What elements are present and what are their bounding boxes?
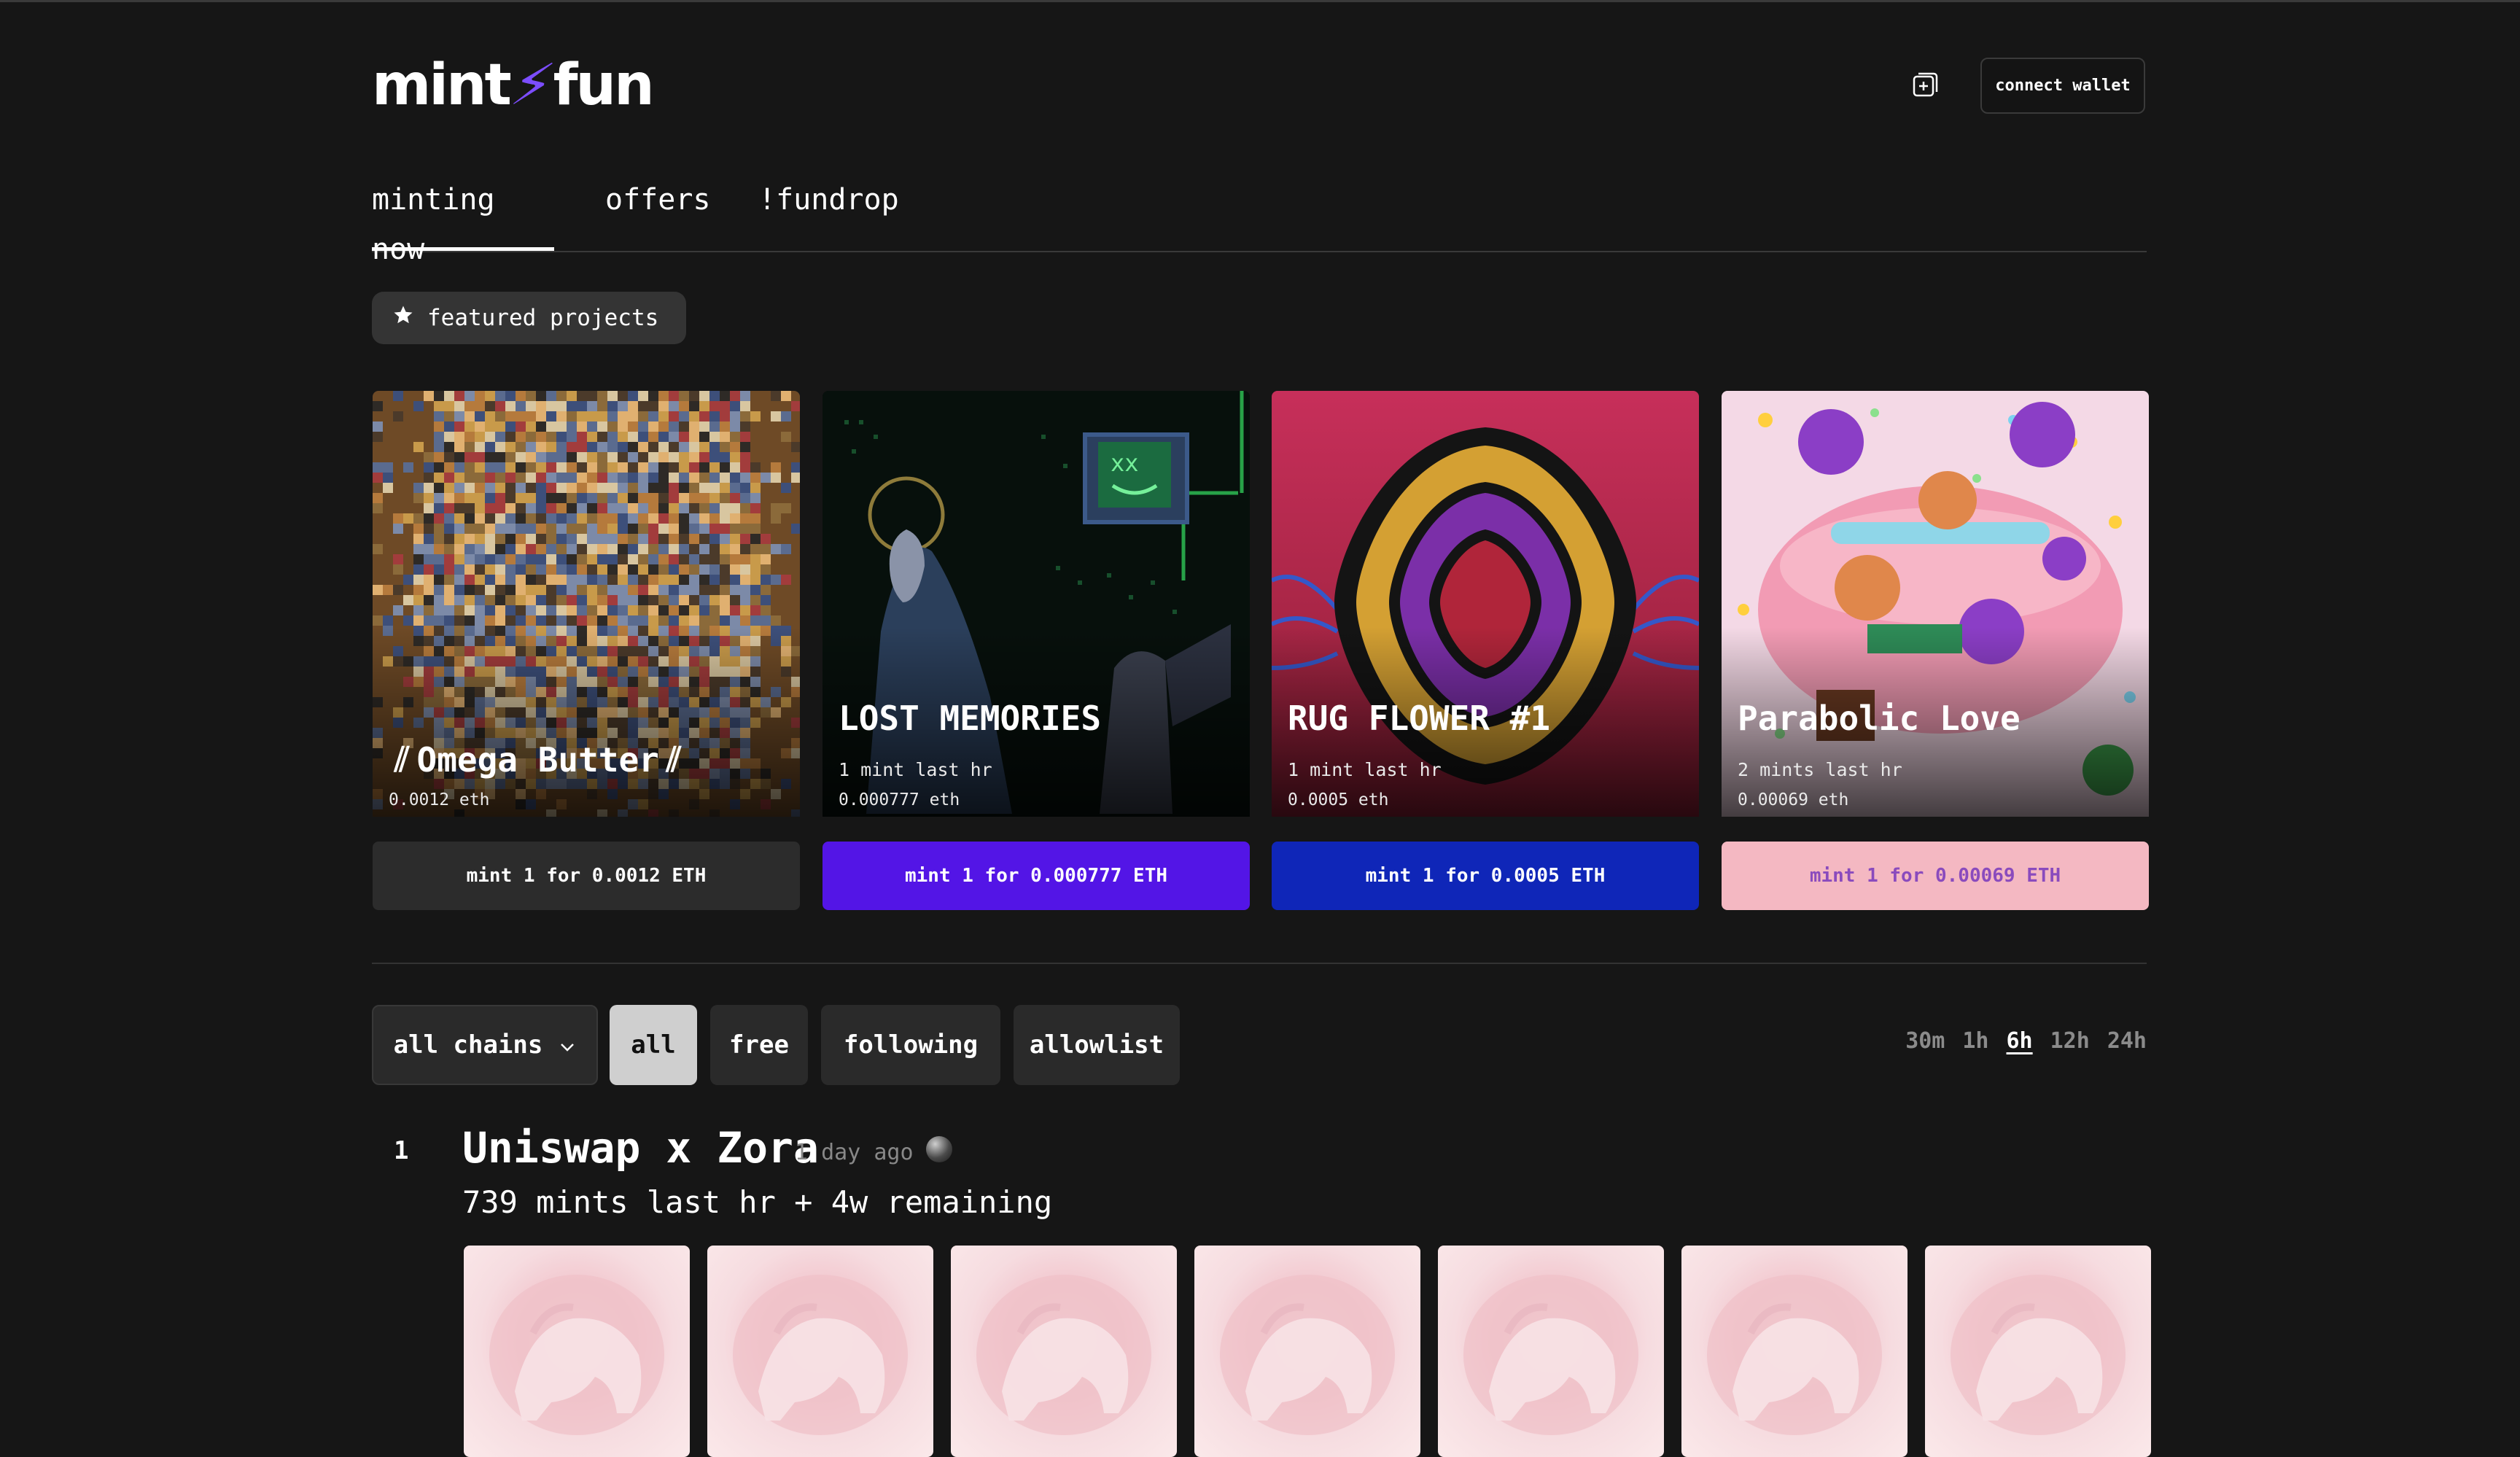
card-title: LOST MEMORIES [839, 699, 1102, 738]
svg-text:xx: xx [1111, 449, 1139, 477]
nft-thumbnail[interactable] [951, 1246, 1177, 1457]
card-title-row: ⫽ Omega Butter ⫽ [394, 739, 681, 780]
card-price: 0.000777 eth [839, 790, 960, 809]
tab-offers[interactable]: offers [605, 175, 711, 251]
mint-button[interactable]: mint 1 for 0.00069 ETH [1722, 842, 2149, 910]
nft-thumbnail[interactable] [707, 1246, 933, 1457]
rug-flower-artwork [1272, 391, 1699, 817]
card-mints-last-hr: 2 mints last hr [1738, 759, 1902, 780]
chevron-down-icon [559, 1030, 576, 1060]
listing-stats: 739 mints last hr + 4w remaining [462, 1184, 1053, 1220]
listing-title[interactable]: Uniswap x Zora [462, 1123, 819, 1173]
card-title: Parabolic Love [1738, 699, 2021, 738]
filter-following-button[interactable]: following [821, 1005, 1000, 1085]
featured-projects-pill[interactable]: featured projects [372, 292, 687, 344]
listing-age: 1 day ago [795, 1140, 914, 1165]
card-title: RUG FLOWER #1 [1288, 699, 1551, 738]
square-plus-icon[interactable] [1910, 70, 1940, 99]
featured-card-omega-butter[interactable]: ⫽ Omega Butter ⫽ 0.0012 eth mint 1 for 0… [373, 391, 800, 910]
mint-button[interactable]: mint 1 for 0.0005 ETH [1272, 842, 1699, 910]
slash-glyph-left-icon: ⫽ [394, 739, 410, 779]
time-range-12h[interactable]: 12h [2050, 1028, 2090, 1054]
window-top-border [0, 0, 2520, 2]
time-range-6h[interactable]: 6h [2007, 1028, 2033, 1054]
nft-thumbnail[interactable] [1194, 1246, 1420, 1457]
featured-card-parabolic-love[interactable]: Parabolic Love 2 mints last hr 0.00069 e… [1722, 391, 2149, 910]
featured-card-rug-flower[interactable]: RUG FLOWER #1 1 mint last hr 0.0005 eth … [1272, 391, 1699, 910]
card-title: Omega Butter [416, 740, 659, 780]
connect-wallet-button[interactable]: connect wallet [1980, 58, 2145, 114]
nft-thumbnail[interactable] [464, 1246, 690, 1457]
filter-allowlist-button[interactable]: allowlist [1014, 1005, 1180, 1085]
tab-minting-now[interactable]: minting now [372, 175, 554, 266]
time-range-30m[interactable]: 30m [1905, 1028, 1945, 1054]
nft-thumbnail[interactable] [1925, 1246, 2151, 1457]
logo-text-mint: mint [372, 53, 512, 118]
chain-orb-icon [926, 1136, 952, 1162]
logo-text-fun: fun [553, 53, 655, 118]
card-mints-last-hr: 1 mint last hr [839, 759, 992, 780]
star-icon [392, 304, 414, 332]
card-mints-last-hr: 1 mint last hr [1288, 759, 1442, 780]
listing-rank: 1 [394, 1136, 409, 1165]
filter-free-button[interactable]: free [710, 1005, 808, 1085]
card-price: 0.00069 eth [1738, 790, 1849, 809]
nft-thumbnail[interactable] [1681, 1246, 1908, 1457]
lost-memories-artwork: xx [822, 391, 1250, 817]
card-price: 0.0012 eth [389, 790, 490, 809]
time-range-24h[interactable]: 24h [2107, 1028, 2147, 1054]
mint-button[interactable]: mint 1 for 0.000777 ETH [822, 842, 1250, 910]
logo-bolt-icon: ⚡ [505, 53, 558, 118]
time-range-selector: 30m 1h 6h 12h 24h [1905, 1028, 2147, 1054]
time-range-1h[interactable]: 1h [1962, 1028, 1988, 1054]
chain-select-value: all chains [393, 1030, 543, 1060]
featured-projects-label: featured projects [427, 305, 659, 331]
featured-card-lost-memories[interactable]: xx LOST MEMORIES 1 mint last hr 0.000777… [822, 391, 1250, 910]
tab-fundrop[interactable]: !fundrop [758, 175, 899, 251]
nft-thumbnail[interactable] [1438, 1246, 1664, 1457]
filter-all-button[interactable]: all [610, 1005, 697, 1085]
slash-glyph-right-icon: ⫽ [666, 739, 682, 779]
mintfun-logo[interactable]: mint ⚡ fun [372, 53, 655, 118]
mint-button[interactable]: mint 1 for 0.0012 ETH [373, 842, 800, 910]
card-price: 0.0005 eth [1288, 790, 1389, 809]
section-divider [372, 963, 2147, 964]
chain-select-dropdown[interactable]: all chains [372, 1005, 598, 1085]
main-tabs: minting now offers !fundrop [372, 175, 2147, 266]
parabolic-love-artwork [1722, 391, 2149, 817]
